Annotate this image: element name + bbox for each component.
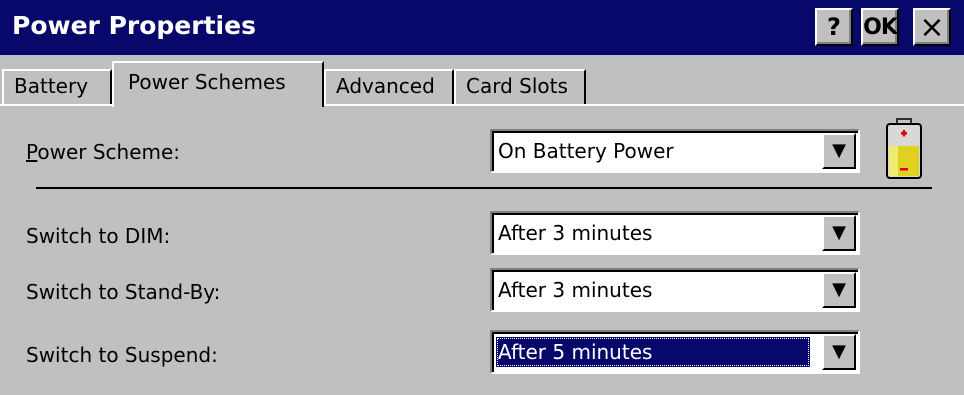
- window-title: Power Properties: [12, 11, 256, 40]
- tab-card-slots[interactable]: Card Slots: [454, 69, 586, 105]
- chevron-down-icon: ▼: [832, 341, 846, 362]
- standby-dropdown-button[interactable]: ▼: [822, 272, 856, 308]
- ok-button[interactable]: OK: [861, 8, 899, 46]
- power-properties-window: Power Properties ? OK × Battery Power Sc…: [0, 0, 964, 395]
- power-scheme-label: Power Scheme:: [26, 140, 180, 164]
- power-schemes-panel: Power Scheme: On Battery Power ▼ Switch …: [0, 106, 964, 395]
- power-scheme-label-accel: P: [26, 140, 38, 164]
- chevron-down-icon: ▼: [832, 279, 846, 300]
- dim-value: After 3 minutes: [498, 221, 653, 245]
- suspend-dropdown[interactable]: After 5 minutes ▼: [490, 330, 860, 374]
- standby-value: After 3 minutes: [498, 278, 653, 302]
- tab-strip: Battery Power Schemes Advanced Card Slot…: [0, 55, 964, 107]
- dim-dropdown-button[interactable]: ▼: [822, 215, 856, 251]
- power-scheme-label-rest: ower Scheme:: [37, 140, 181, 164]
- standby-dropdown[interactable]: After 3 minutes ▼: [490, 268, 860, 312]
- tab-advanced[interactable]: Advanced: [324, 69, 454, 105]
- suspend-value: After 5 minutes: [496, 337, 810, 367]
- close-button[interactable]: ×: [913, 8, 951, 46]
- help-button[interactable]: ?: [815, 8, 853, 46]
- chevron-down-icon: ▼: [832, 140, 846, 161]
- dim-dropdown[interactable]: After 3 minutes ▼: [490, 211, 860, 255]
- battery-icon: [886, 118, 922, 179]
- title-bar[interactable]: Power Properties ? OK ×: [0, 0, 964, 55]
- tab-power-schemes[interactable]: Power Schemes: [112, 61, 324, 107]
- separator: [36, 187, 932, 189]
- suspend-label: Switch to Suspend:: [26, 343, 218, 367]
- tab-battery[interactable]: Battery: [2, 69, 112, 105]
- power-scheme-dropdown[interactable]: On Battery Power ▼: [490, 129, 860, 173]
- suspend-dropdown-button[interactable]: ▼: [822, 334, 856, 370]
- standby-label: Switch to Stand-By:: [26, 280, 221, 304]
- power-scheme-value: On Battery Power: [498, 139, 674, 163]
- power-scheme-dropdown-button[interactable]: ▼: [822, 133, 856, 169]
- dim-label: Switch to DIM:: [26, 224, 171, 248]
- chevron-down-icon: ▼: [832, 222, 846, 243]
